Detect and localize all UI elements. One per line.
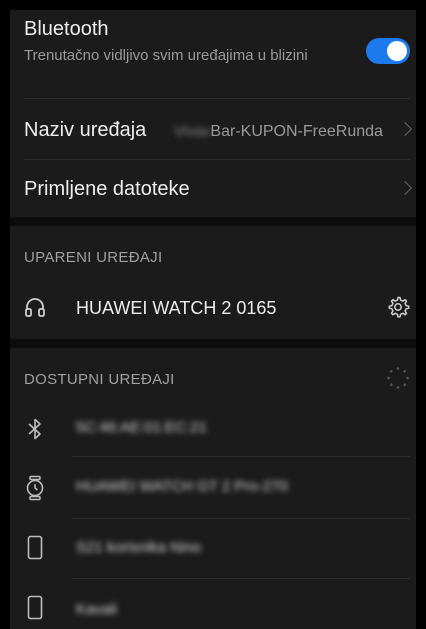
paired-section-title: UPARENI UREĐAJI	[24, 249, 163, 266]
available-section-title: DOSTUPNI UREĐAJI	[24, 371, 175, 388]
device-name-row[interactable]: Naziv uređaja VivaxBar-KUPON-FreeRunda	[10, 99, 416, 159]
watch-icon	[26, 475, 44, 501]
available-device-name: Kavali	[76, 601, 117, 618]
available-device-name: HUAWEI WATCH GT 2 Pro-270	[76, 478, 288, 495]
available-device-name: S21 korisnika Nino	[76, 539, 202, 556]
gear-icon[interactable]	[386, 295, 410, 319]
bluetooth-title: Bluetooth	[24, 18, 109, 40]
section-separator	[10, 217, 416, 226]
device-name-label: Naziv uređaja	[24, 119, 147, 141]
bluetooth-toggle-row[interactable]: Bluetooth Trenutačno vidljivo svim uređa…	[10, 10, 416, 98]
available-device-item[interactable]: HUAWEI WATCH GT 2 Pro-270	[10, 457, 416, 517]
paired-devices-header: UPARENI UREĐAJI	[10, 226, 416, 276]
bluetooth-settings-screen: Bluetooth Trenutačno vidljivo svim uređa…	[10, 10, 416, 629]
phone-icon	[27, 595, 43, 620]
available-device-item[interactable]: 5C:46:AE:01:EC:21	[10, 402, 416, 456]
bluetooth-toggle[interactable]	[366, 38, 410, 64]
chevron-right-icon	[397, 180, 413, 196]
phone-icon	[27, 535, 43, 560]
toggle-knob	[387, 41, 407, 61]
received-files-row[interactable]: Primljene datoteke	[10, 160, 416, 216]
device-name-visible-part: Bar-KUPON-FreeRunda	[210, 123, 383, 140]
device-name-blurred-part: Vivax	[174, 123, 211, 140]
bluetooth-icon	[28, 418, 41, 440]
section-separator	[10, 339, 416, 348]
available-devices-header: DOSTUPNI UREĐAJI	[10, 348, 416, 398]
paired-device-item[interactable]: HUAWEI WATCH 2 0165	[10, 282, 416, 332]
available-device-name: 5C:46:AE:01:EC:21	[76, 419, 207, 436]
available-device-item[interactable]: S21 korisnika Nino	[10, 519, 416, 577]
bluetooth-visibility-subtitle: Trenutačno vidljivo svim uređajima u bli…	[24, 47, 308, 64]
chevron-right-icon	[397, 121, 413, 137]
received-files-label: Primljene datoteke	[24, 178, 190, 200]
paired-device-name: HUAWEI WATCH 2 0165	[76, 298, 277, 318]
scanning-spinner-icon	[387, 367, 409, 389]
available-device-item[interactable]: Kavali	[10, 579, 416, 629]
headphones-icon	[25, 298, 45, 317]
device-name-value: VivaxBar-KUPON-FreeRunda	[174, 123, 383, 141]
